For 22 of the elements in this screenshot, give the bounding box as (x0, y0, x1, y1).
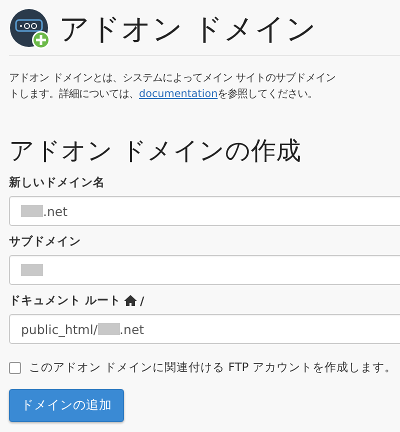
path-slash: / (140, 294, 144, 308)
field-value: .net (43, 204, 68, 218)
input-field[interactable]: .net (9, 196, 400, 226)
field-label: ドキュメント ルート (9, 293, 122, 308)
redaction-block (21, 205, 43, 217)
checkbox-label: このアドオン ドメインに関連付ける FTP アカウントを作成します。 (29, 360, 396, 375)
field-label: 新しいドメイン名 (9, 175, 105, 190)
checkbox[interactable] (9, 362, 21, 374)
input-field[interactable]: public_html/ .net (9, 314, 400, 344)
page-title: アドオン ドメイン (59, 10, 317, 48)
section-heading: アドオン ドメインの作成 (9, 135, 302, 167)
documentation-link[interactable]: documentation (139, 88, 218, 100)
redaction-block (98, 323, 120, 335)
domain-add-icon (9, 8, 51, 50)
redaction-block (21, 264, 43, 276)
description-text: アドオン ドメインとは、システムによってメイン サイトのサブドメイン トします。詳細については、documentationを参照してください。 (9, 71, 337, 102)
home-icon (124, 295, 138, 306)
field-label: サブドメイン (9, 234, 81, 249)
input-field[interactable] (9, 255, 400, 285)
field-value: .net (120, 322, 144, 336)
field-value: public_html/ (21, 322, 98, 336)
add-domain-button[interactable]: ドメインの追加 (9, 389, 124, 422)
